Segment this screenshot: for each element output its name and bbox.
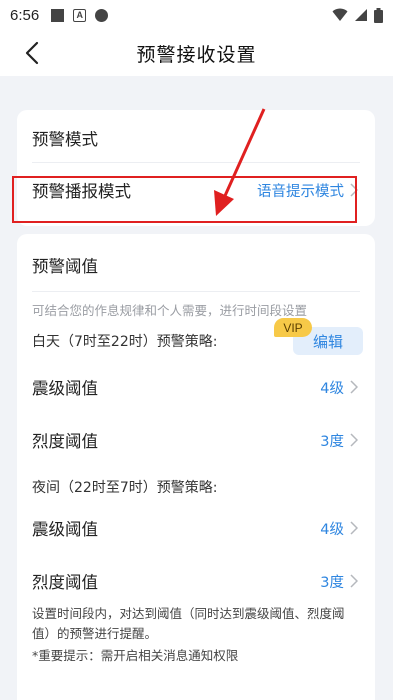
day-intensity-row[interactable]: 烈度阈值 3度 [17,420,375,460]
back-button[interactable] [20,40,44,66]
status-bar: 6:56 A [0,0,393,30]
night-magnitude-value: 4级 [320,521,344,538]
divider [32,162,360,163]
page-title: 预警接收设置 [136,43,257,66]
day-strategy-label: 白天（7时至22时）预警策略: [32,334,218,350]
vip-badge: VIP [274,318,312,337]
signal-icon [355,9,367,21]
divider [32,291,360,292]
battery-icon [374,7,383,23]
annotation-highlight-box [12,176,357,223]
dot-icon [95,8,109,22]
day-magnitude-row[interactable]: 震级阈值 4级 [17,367,375,407]
warning-mode-title: 预警模式 [32,130,98,149]
warning-threshold-title: 预警阈值 [32,257,98,276]
permission-notice: *重要提示：需开启相关消息通知权限 [32,648,239,663]
night-intensity-label: 烈度阈值 [32,573,98,592]
notification-square-icon [51,8,65,22]
warning-threshold-card: 预警阈值 可结合您的作息规律和个人需要，进行时间段设置 白天（7时至22时）预警… [17,234,375,700]
day-intensity-label: 烈度阈值 [32,432,98,451]
wifi-icon [332,8,348,21]
night-intensity-row[interactable]: 烈度阈值 3度 [17,561,375,601]
header-bar: 预警接收设置 [0,30,393,76]
a-letter-icon: A [73,8,87,22]
night-strategy-label: 夜间（22时至7时）预警策略: [32,480,218,496]
status-time: 6:56 [10,6,40,24]
threshold-footnote: 设置时间段内，对达到阈值（同时达到震级阈值、烈度阈值）的预警进行提醒。 [32,606,345,641]
chevron-right-icon [350,380,360,394]
chevron-right-icon [350,521,360,535]
threshold-hint: 可结合您的作息规律和个人需要，进行时间段设置 [32,303,308,318]
day-intensity-value: 3度 [320,433,344,450]
chevron-left-icon [25,41,39,65]
night-magnitude-label: 震级阈值 [32,520,98,539]
night-intensity-value: 3度 [320,574,344,591]
chevron-right-icon [350,574,360,588]
day-magnitude-value: 4级 [320,380,344,397]
day-magnitude-label: 震级阈值 [32,379,98,398]
status-right-icons [332,7,383,23]
night-magnitude-row[interactable]: 震级阈值 4级 [17,508,375,548]
chevron-right-icon [350,433,360,447]
